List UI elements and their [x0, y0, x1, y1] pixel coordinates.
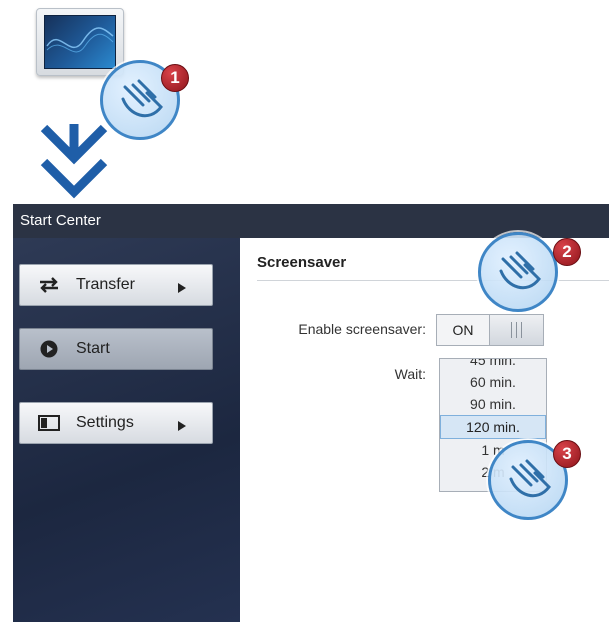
list-item[interactable]: 60 min. [440, 371, 546, 393]
enable-screensaver-label: Enable screensaver: [298, 321, 426, 337]
caret-right-icon [178, 280, 186, 298]
wave-graphic-icon [46, 27, 114, 53]
callout-badge-3: 3 [553, 440, 581, 468]
transfer-arrows-icon [34, 276, 64, 294]
sidebar-item-label: Transfer [76, 276, 135, 293]
list-item-selected[interactable]: 120 min. [440, 415, 546, 439]
section-title: Screensaver [257, 254, 347, 271]
list-item[interactable]: 45 min. [440, 359, 546, 371]
sidebar-item-label: Settings [76, 414, 134, 431]
play-icon [34, 340, 64, 358]
list-item[interactable]: 90 min. [440, 393, 546, 415]
app-icon-screen [44, 15, 116, 69]
wait-label: Wait: [394, 366, 426, 382]
sidebar: Transfer Start Settings [13, 238, 240, 622]
sidebar-item-transfer[interactable]: Transfer [19, 264, 213, 306]
callout-badge-2: 2 [553, 238, 581, 266]
sidebar-item-label: Start [76, 340, 110, 357]
settings-panel-icon [34, 415, 64, 431]
callout-badge-1: 1 [161, 64, 189, 92]
caret-right-icon [178, 418, 186, 436]
double-down-arrow-icon [40, 124, 108, 199]
sidebar-item-settings[interactable]: Settings [19, 402, 213, 444]
toggle-state: ON [452, 322, 474, 338]
enable-screensaver-toggle[interactable]: ON [436, 314, 544, 346]
toggle-grip-icon [489, 315, 543, 345]
hand-tap-icon [478, 232, 558, 312]
sidebar-item-start[interactable]: Start [19, 328, 213, 370]
